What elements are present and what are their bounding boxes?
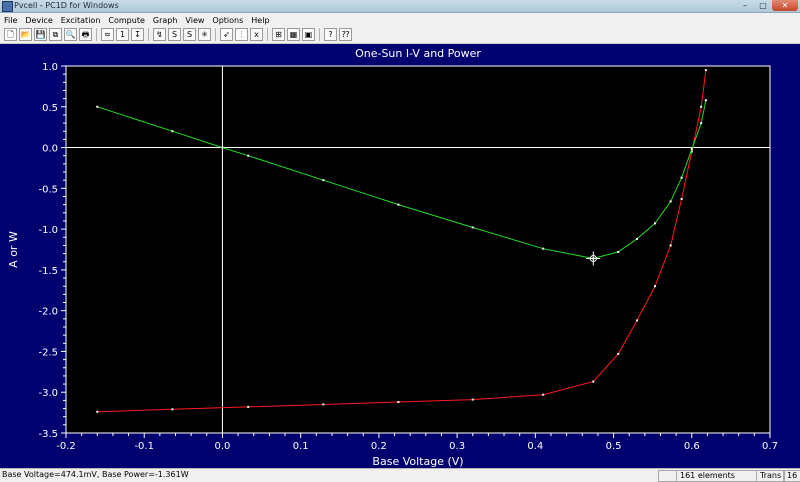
current-point [617,352,620,355]
title-bar: Pvcell - PC1D for Windows – □ ✕ [0,0,800,13]
graph-icon[interactable]: ≈ [101,28,114,41]
print-icon[interactable]: 🖶 [79,28,92,41]
status-pane: 16 [783,470,800,482]
x-tick-label: 0.2 [371,441,387,452]
power-point [617,250,620,253]
power-point [397,203,400,206]
current-point [592,380,595,383]
menu-bar: File Device Excitation Compute Graph View Opti… [0,13,800,25]
tile-icon[interactable]: ⊞ [272,28,285,41]
power-point [542,247,545,250]
x-tick-label: 0.1 [293,441,309,452]
current-point [397,401,400,404]
s-sub-icon[interactable]: S [183,28,196,41]
maximize-button[interactable]: □ [754,0,772,11]
power-point [322,179,325,182]
toolbar-separator [148,28,150,41]
x-tick-label: 0.4 [527,441,543,452]
power-point [471,226,474,229]
light-icon[interactable]: ✳ [198,28,211,41]
iv-chart: One-Sun I-V and Power Base Voltage (V) A o… [7,47,778,468]
power-point [690,148,693,151]
x-tick-label: 0.7 [762,441,778,452]
current-point [700,105,703,108]
toolbar-separator [267,28,269,41]
y-tick-label: 0.5 [42,103,58,114]
y-tick-label: -3.0 [38,388,58,399]
save-icon[interactable]: 💾 [34,28,47,41]
power-point [669,200,672,203]
plot-area: One-Sun I-V and Power Base Voltage (V) A o… [0,44,800,468]
y-tick-label: -1.5 [38,266,58,277]
x-tick-label: 0.0 [214,441,230,452]
x-tick-label: 0.6 [684,441,700,452]
y-tick-label: -1.0 [38,225,58,236]
toolbar-separator [319,28,321,41]
power-point [700,122,703,125]
x-tick-label: 0.5 [606,441,622,452]
x-axis-label: Base Voltage (V) [372,455,463,468]
y-tick-label: -2.5 [38,347,58,358]
power-point [704,99,707,102]
run-icon[interactable]: ➶ [220,28,233,41]
x-tick-label: -0.2 [56,441,76,452]
x-tick-label: -0.1 [134,441,154,452]
power-point [221,146,224,149]
status-panel-empty [658,470,677,482]
copy-icon[interactable]: ⧉ [49,28,62,41]
current-point [247,405,250,408]
current-point [542,393,545,396]
chart-title: One-Sun I-V and Power [355,47,481,60]
current-point [704,69,707,72]
y-axis-label: A or W [7,231,20,268]
toolbar-separator [215,28,217,41]
current-point [669,244,672,247]
context-help-icon[interactable]: ⁇ [339,28,352,41]
power-point [247,154,250,157]
preview-icon[interactable]: 🔍 [64,28,77,41]
power-point [171,130,174,133]
y-tick-label: 1.0 [42,62,58,73]
close-button[interactable]: ✕ [772,0,798,11]
current-point [654,285,657,288]
y-tick-label: 0.0 [42,144,58,155]
grid-icon[interactable]: ▦ [287,28,300,41]
plot-frame [65,65,771,434]
app-icon[interactable] [2,1,13,12]
open-icon[interactable]: 📂 [19,28,32,41]
power-point [96,105,99,108]
chart-up-icon[interactable]: ⫶ [235,28,248,41]
y-tick-label: -3.5 [38,429,58,440]
current-point [171,408,174,411]
y-tick-label: -2.0 [38,307,58,318]
status-readout: Base Voltage=474.1mV, Base Power=-1.361W [2,470,189,479]
window-icon[interactable]: ▣ [302,28,315,41]
current-point [471,398,474,401]
help-icon[interactable]: ? [324,28,337,41]
y-tick-label: -0.5 [38,184,58,195]
current-point [96,410,99,413]
s-icon[interactable]: S [168,28,181,41]
step-icon[interactable]: ↯ [153,28,166,41]
power-point [636,237,639,240]
toolbar-separator [96,28,98,41]
status-mode: Trans [756,470,785,482]
xy-icon[interactable]: x [250,28,263,41]
current-point [680,197,683,200]
one-icon[interactable]: 1 [116,28,129,41]
current-point [636,319,639,322]
x-tick-label: 0.3 [449,441,465,452]
power-point [654,222,657,225]
current-point [322,403,325,406]
status-bar: Base Voltage=474.1mV, Base Power=-1.361W… [0,468,800,482]
status-elements: 161 elements [676,470,757,482]
new-icon[interactable]: 🗋 [4,28,17,41]
minimize-button[interactable]: – [736,0,754,11]
window-title: Pvcell - PC1D for Windows [14,1,119,10]
compute-icon[interactable]: ↧ [131,28,144,41]
toolbar: 🗋 📂 💾 ⧉ 🔍 🖶 ≈1 ↧ ↯ S S ✳ ➶ ⫶ x ⊞ ▦ ▣? ⁇ [0,26,800,44]
power-point [680,176,683,179]
